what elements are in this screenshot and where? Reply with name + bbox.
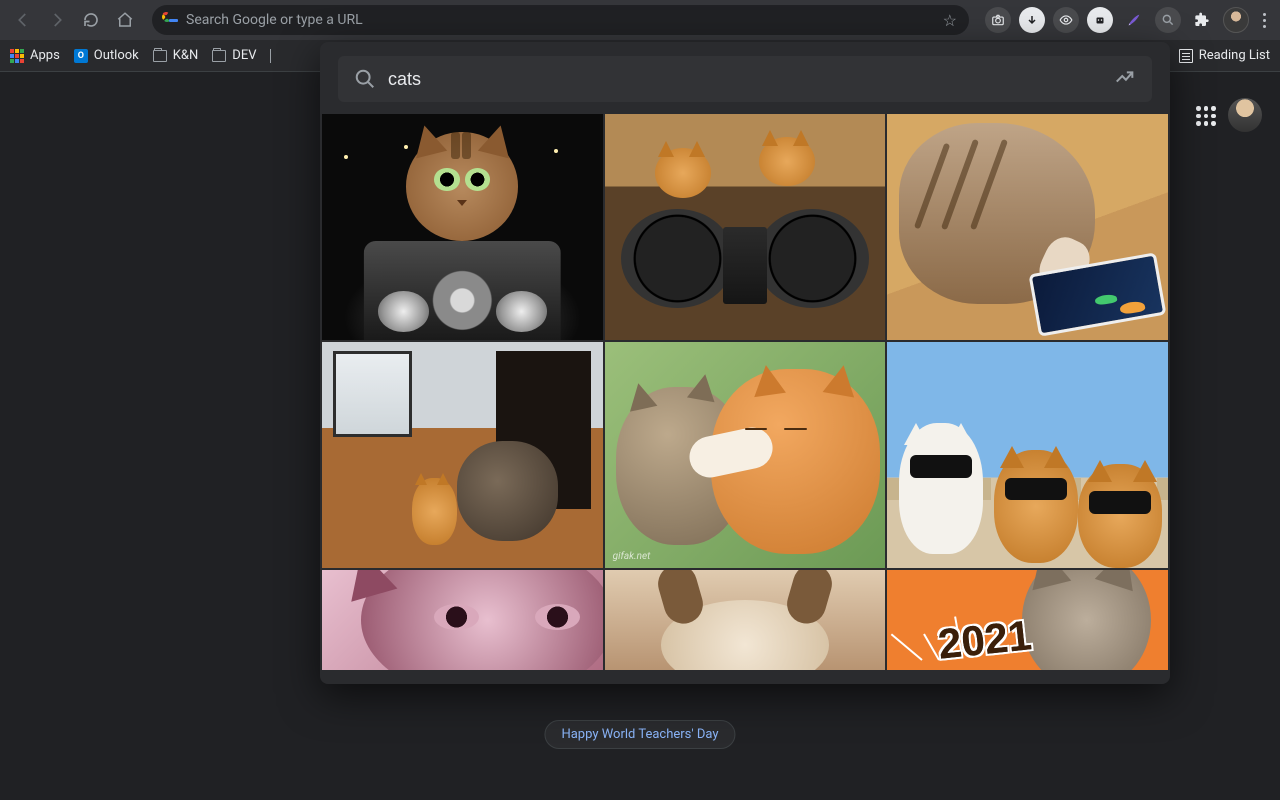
reading-list-label: Reading List — [1199, 48, 1270, 63]
omnibox[interactable]: Search Google or type a URL ☆ — [152, 5, 969, 35]
account-avatar[interactable] — [1228, 98, 1262, 132]
bookmark-label: Apps — [30, 48, 60, 63]
gif-result-cat-phone[interactable] — [887, 114, 1168, 340]
bookmark-label: K&N — [173, 48, 199, 63]
gif-picker-panel: gifak.net — [320, 42, 1170, 684]
extension-search-icon[interactable] — [1155, 7, 1181, 33]
profile-avatar-button[interactable] — [1223, 7, 1249, 33]
back-button — [8, 5, 38, 35]
gif-watermark: gifak.net — [613, 551, 651, 562]
outlook-icon: O — [74, 49, 88, 63]
extensions-puzzle-button[interactable] — [1189, 7, 1215, 33]
forward-button — [42, 5, 72, 35]
extension-robot-icon[interactable] — [1087, 7, 1113, 33]
gif-result-cat-pink-closeup[interactable] — [322, 570, 603, 670]
bookmark-label: DEV — [232, 48, 256, 63]
doodle-chip[interactable]: Happy World Teachers' Day — [544, 720, 735, 749]
browser-toolbar: Search Google or type a URL ☆ — [0, 0, 1280, 40]
chrome-menu-button[interactable] — [1257, 7, 1272, 34]
gif-search-bar[interactable] — [338, 56, 1152, 102]
bookmark-star-button[interactable]: ☆ — [941, 11, 959, 30]
extensions-group — [985, 7, 1272, 34]
bookmark-folder-kn[interactable]: K&N — [153, 48, 199, 63]
trending-up-icon — [1114, 66, 1136, 88]
omnibox-placeholder: Search Google or type a URL — [186, 12, 933, 28]
search-icon — [354, 68, 376, 90]
home-icon — [116, 11, 134, 29]
gif-results-grid: gifak.net — [320, 114, 1170, 684]
gif-search-input[interactable] — [388, 69, 1102, 90]
extension-brush-icon[interactable] — [1121, 7, 1147, 33]
new-tab-page: Happy World Teachers' Day — [0, 72, 1280, 800]
google-apps-button[interactable] — [1192, 102, 1220, 130]
gif-result-cat-kitten-play[interactable] — [322, 342, 603, 568]
extension-save-icon[interactable] — [1019, 7, 1045, 33]
arrow-right-icon — [48, 11, 66, 29]
gif-result-cat-hug[interactable]: gifak.net — [605, 342, 886, 568]
doodle-chip-label: Happy World Teachers' Day — [561, 727, 718, 742]
trending-button[interactable] — [1114, 66, 1136, 92]
reload-icon — [82, 11, 100, 29]
apps-grid-icon — [10, 49, 24, 63]
gif-result-cat-motorcycle[interactable] — [322, 114, 603, 340]
bookmark-outlook[interactable]: O Outlook — [74, 48, 139, 63]
folder-icon — [153, 50, 167, 62]
bookmark-folder-truncated[interactable] — [270, 49, 280, 63]
gif-result-cat-sunglasses[interactable] — [887, 342, 1168, 568]
folder-icon — [212, 50, 226, 62]
reading-list-icon — [1179, 49, 1193, 63]
bookmark-apps[interactable]: Apps — [10, 48, 60, 63]
home-button[interactable] — [110, 5, 140, 35]
bookmark-folder-dev[interactable]: DEV — [212, 48, 256, 63]
gif-year-text: 2021 — [936, 611, 1034, 669]
extension-eye-icon[interactable] — [1053, 7, 1079, 33]
gif-result-cat-dj[interactable] — [605, 114, 886, 340]
arrow-left-icon — [14, 11, 32, 29]
reload-button[interactable] — [76, 5, 106, 35]
gif-result-cat-2021[interactable]: 2021 — [887, 570, 1168, 670]
gif-result-cat-paws-up[interactable] — [605, 570, 886, 670]
extension-camera-icon[interactable] — [985, 7, 1011, 33]
folder-icon — [270, 49, 280, 63]
google-g-icon — [162, 12, 178, 28]
reading-list-button[interactable]: Reading List — [1179, 48, 1270, 63]
bookmark-label: Outlook — [94, 48, 139, 63]
